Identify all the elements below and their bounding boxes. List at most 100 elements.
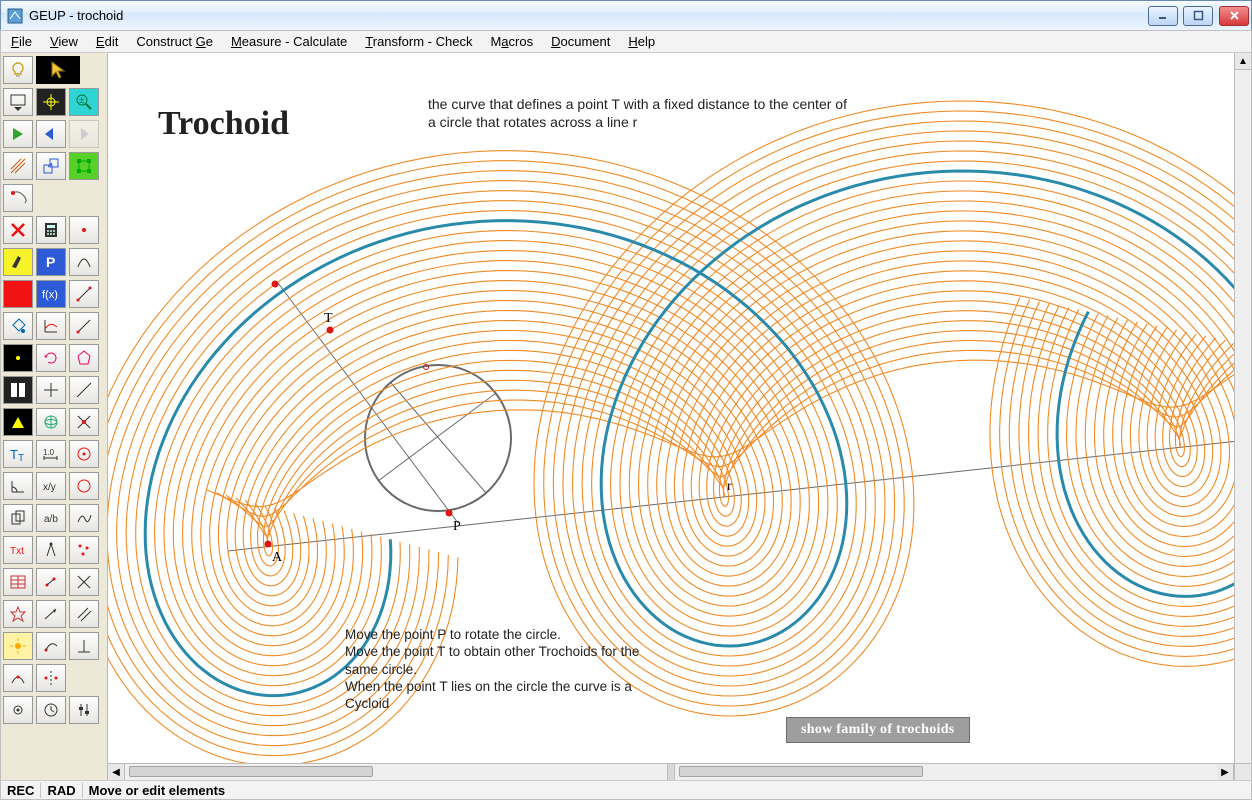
cross-icon[interactable] [69, 568, 99, 596]
menu-document[interactable]: Document [551, 34, 610, 49]
line-tool[interactable] [69, 280, 99, 308]
axes-icon[interactable] [36, 376, 66, 404]
text-tool[interactable]: TT [3, 440, 33, 468]
transform-icon[interactable] [36, 152, 66, 180]
hatch-icon[interactable] [3, 152, 33, 180]
label-A[interactable]: A [272, 550, 282, 566]
help-line-3: When the point T lies on the circle the … [345, 678, 665, 713]
scatter-icon[interactable] [69, 536, 99, 564]
svg-text:±: ± [79, 95, 85, 106]
hint-icon[interactable] [3, 56, 33, 84]
intersect-icon[interactable] [69, 408, 99, 436]
measure-icon[interactable]: 1.0 [36, 440, 66, 468]
compass-icon[interactable] [36, 536, 66, 564]
forward-icon[interactable] [69, 120, 99, 148]
menu-view[interactable]: View [50, 34, 78, 49]
scroll-corner [1234, 763, 1251, 780]
circle-tool[interactable] [69, 440, 99, 468]
clock-icon[interactable] [36, 696, 66, 724]
triangle-icon[interactable] [3, 408, 33, 436]
svg-text:P: P [46, 254, 55, 270]
rotate-icon[interactable] [36, 344, 66, 372]
zoom-icon[interactable]: ± [69, 88, 99, 116]
ray-tool[interactable] [69, 312, 99, 340]
highlight-icon[interactable] [3, 248, 33, 276]
maximize-button[interactable] [1183, 6, 1213, 26]
center-icon[interactable] [3, 344, 33, 372]
svg-text:a/b: a/b [44, 514, 58, 525]
tool-palette: ± [1, 53, 108, 780]
status-rec[interactable]: REC [7, 783, 41, 798]
parallel-icon[interactable] [69, 600, 99, 628]
dropdown-tool[interactable] [3, 88, 33, 116]
back-icon[interactable] [36, 120, 66, 148]
trace-icon[interactable] [36, 632, 66, 660]
label-P[interactable]: P [453, 519, 461, 535]
parking-icon[interactable]: P [36, 248, 66, 276]
locus-icon[interactable] [3, 664, 33, 692]
split-icon[interactable] [3, 376, 33, 404]
label-r: r [727, 479, 732, 495]
graph-icon[interactable] [36, 312, 66, 340]
infline-tool[interactable] [69, 376, 99, 404]
polygon-icon[interactable] [69, 344, 99, 372]
menu-measure[interactable]: Measure - Calculate [231, 34, 347, 49]
delete-icon[interactable] [3, 216, 33, 244]
copy-icon[interactable] [3, 504, 33, 532]
scroll-thumb[interactable] [129, 766, 373, 777]
svg-text:x/y: x/y [43, 482, 56, 493]
scroll-up-icon[interactable]: ▲ [1235, 53, 1251, 70]
menu-edit[interactable]: Edit [96, 34, 118, 49]
label-icon[interactable]: a/b [36, 504, 66, 532]
scroll-thumb-2[interactable] [679, 766, 923, 777]
menu-macros[interactable]: Macros [490, 34, 533, 49]
svg-text:1.0: 1.0 [43, 448, 55, 457]
menu-construct[interactable]: Construct Ge [136, 34, 213, 49]
vertical-scrollbar[interactable]: ▲ [1234, 53, 1251, 763]
textlabel-icon[interactable]: Txt [3, 536, 33, 564]
close-button[interactable] [1219, 6, 1249, 26]
vector-icon[interactable] [36, 600, 66, 628]
menu-file[interactable]: File [11, 34, 32, 49]
status-rad[interactable]: RAD [47, 783, 82, 798]
svg-text:Txt: Txt [10, 546, 24, 557]
minimize-button[interactable] [1148, 6, 1178, 26]
window-controls [1146, 6, 1249, 26]
label-T[interactable]: T [324, 311, 333, 327]
slider-icon[interactable] [69, 696, 99, 724]
menu-help[interactable]: Help [628, 34, 655, 49]
function-icon[interactable]: f(x) [36, 280, 66, 308]
ratio-icon[interactable]: x/y [36, 472, 66, 500]
window-titlebar: GEUP - trochoid [0, 0, 1252, 30]
perp-icon[interactable] [69, 632, 99, 660]
svg-text:f(x): f(x) [42, 289, 58, 301]
scroll-right-icon[interactable]: ▶ [1217, 764, 1234, 780]
color-fill-icon[interactable] [3, 280, 33, 308]
points-icon[interactable] [36, 568, 66, 596]
scroll-left-icon[interactable]: ◀ [108, 764, 125, 780]
spark-icon[interactable] [3, 184, 33, 212]
menu-transform[interactable]: Transform - Check [365, 34, 472, 49]
curve-tool[interactable] [69, 504, 99, 532]
target-tool[interactable] [36, 88, 66, 116]
table-icon[interactable] [3, 568, 33, 596]
drawing-canvas[interactable]: Trochoid the curve that defines a point … [108, 53, 1251, 780]
sun-icon[interactable] [3, 632, 33, 660]
select-tool[interactable] [36, 56, 80, 84]
main-area: ± [0, 53, 1252, 780]
arc-tool[interactable] [69, 248, 99, 276]
horizontal-scrollbar[interactable]: ◀ ▶ [108, 763, 1234, 780]
circle2-tool[interactable] [69, 472, 99, 500]
settings-icon[interactable] [3, 696, 33, 724]
angle-tool[interactable] [3, 472, 33, 500]
star-icon[interactable] [3, 600, 33, 628]
run-tool[interactable] [3, 120, 33, 148]
show-family-button[interactable]: show family of trochoids [786, 717, 970, 743]
point-tool[interactable] [69, 216, 99, 244]
calc-icon[interactable] [36, 216, 66, 244]
mirror-icon[interactable] [36, 664, 66, 692]
bucket-icon[interactable] [3, 312, 33, 340]
globe-icon[interactable] [36, 408, 66, 436]
menubar: File View Edit Construct Ge Measure - Ca… [0, 30, 1252, 53]
nodes-icon[interactable] [69, 152, 99, 180]
